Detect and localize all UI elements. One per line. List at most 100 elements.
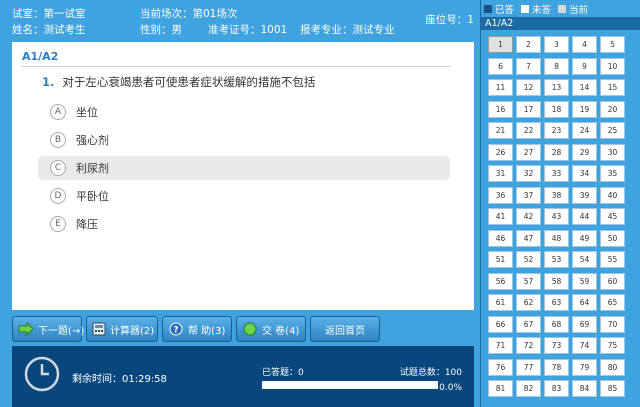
question-number-cell[interactable]: 59 — [572, 272, 597, 290]
question-number-cell[interactable]: 3 — [544, 36, 569, 53]
question-number-cell[interactable]: 68 — [544, 315, 569, 333]
question-number-cell[interactable]: 10 — [600, 57, 625, 75]
question-number-cell[interactable]: 11 — [488, 79, 513, 96]
calculator-button[interactable]: 计算器(2) — [86, 316, 158, 342]
question-number-cell[interactable]: 12 — [516, 79, 541, 96]
question-number-cell[interactable]: 67 — [516, 315, 541, 333]
option-a[interactable]: A 坐位 — [38, 100, 450, 124]
question-number-cell[interactable]: 4 — [572, 36, 597, 53]
submit-exam-button[interactable]: 交 卷(4) — [236, 316, 306, 342]
question-number-cell[interactable]: 21 — [488, 122, 513, 139]
question-number-cell[interactable]: 15 — [600, 79, 625, 96]
question-number-cell[interactable]: 1 — [488, 36, 513, 53]
question-number-cell[interactable]: 45 — [600, 208, 625, 225]
question-number-cell[interactable]: 74 — [572, 337, 597, 354]
question-number-cell[interactable]: 51 — [488, 251, 513, 268]
question-number-cell[interactable]: 6 — [488, 57, 513, 75]
question-number-cell[interactable]: 47 — [516, 229, 541, 247]
question-number-cell[interactable]: 85 — [600, 380, 625, 397]
question-number-cell[interactable]: 22 — [516, 122, 541, 139]
question-number-cell[interactable]: 50 — [600, 229, 625, 247]
question-number-cell[interactable]: 83 — [544, 380, 569, 397]
question-number-cell[interactable]: 78 — [544, 358, 569, 376]
question-number-cell[interactable]: 32 — [516, 165, 541, 182]
question-number-cell[interactable]: 52 — [516, 251, 541, 268]
question-number-cell[interactable]: 16 — [488, 100, 513, 118]
question-number-cell[interactable]: 36 — [488, 186, 513, 204]
question-number-cell[interactable]: 81 — [488, 380, 513, 397]
question-number-cell[interactable]: 26 — [488, 143, 513, 161]
question-number-cell[interactable]: 37 — [516, 186, 541, 204]
question-number-cell[interactable]: 57 — [516, 272, 541, 290]
question-number-cell[interactable]: 41 — [488, 208, 513, 225]
question-number-cell[interactable]: 8 — [544, 57, 569, 75]
help-button[interactable]: ? 帮 助(3) — [162, 316, 232, 342]
question-number-cell[interactable]: 43 — [544, 208, 569, 225]
option-b[interactable]: B 强心剂 — [38, 128, 450, 152]
question-number-cell[interactable]: 46 — [488, 229, 513, 247]
question-number-cell[interactable]: 58 — [544, 272, 569, 290]
question-number-cell[interactable]: 27 — [516, 143, 541, 161]
question-number-cell[interactable]: 79 — [572, 358, 597, 376]
question-number-cell[interactable]: 9 — [572, 57, 597, 75]
question-number-cell[interactable]: 65 — [600, 294, 625, 311]
question-number-cell[interactable]: 76 — [488, 358, 513, 376]
question-number-cell[interactable]: 34 — [572, 165, 597, 182]
question-number-cell[interactable]: 19 — [572, 100, 597, 118]
next-question-button[interactable]: 下一题(→) — [12, 316, 85, 342]
question-number-cell[interactable]: 33 — [544, 165, 569, 182]
help-icon: ? — [168, 321, 184, 337]
question-number-cell[interactable]: 53 — [544, 251, 569, 268]
next-question-label: 下一题(→) — [38, 325, 85, 337]
question-number-cell[interactable]: 64 — [572, 294, 597, 311]
question-number-cell[interactable]: 17 — [516, 100, 541, 118]
question-number-cell[interactable]: 77 — [516, 358, 541, 376]
question-number-cell[interactable]: 39 — [572, 186, 597, 204]
question-number-cell[interactable]: 23 — [544, 122, 569, 139]
question-number-cell[interactable]: 18 — [544, 100, 569, 118]
question-number-cell[interactable]: 29 — [572, 143, 597, 161]
option-c[interactable]: C 利尿剂 — [38, 156, 450, 180]
question-number-cell[interactable]: 7 — [516, 57, 541, 75]
question-number-cell[interactable]: 73 — [544, 337, 569, 354]
question-number-cell[interactable]: 2 — [516, 36, 541, 53]
question-number-cell[interactable]: 70 — [600, 315, 625, 333]
question-number-cell[interactable]: 49 — [572, 229, 597, 247]
question-number-cell[interactable]: 20 — [600, 100, 625, 118]
option-d[interactable]: D 平卧位 — [38, 184, 450, 208]
option-e[interactable]: E 降压 — [38, 212, 450, 236]
navigator-scrollbar[interactable] — [634, 31, 640, 407]
question-number-cell[interactable]: 62 — [516, 294, 541, 311]
question-number-cell[interactable]: 31 — [488, 165, 513, 182]
question-number-cell[interactable]: 5 — [600, 36, 625, 53]
question-number-cell[interactable]: 72 — [516, 337, 541, 354]
question-number-cell[interactable]: 55 — [600, 251, 625, 268]
question-number-cell[interactable]: 82 — [516, 380, 541, 397]
legend-unanswered-label: 未答 — [532, 5, 552, 16]
question-number-cell[interactable]: 30 — [600, 143, 625, 161]
question-number-cell[interactable]: 54 — [572, 251, 597, 268]
question-number-cell[interactable]: 25 — [600, 122, 625, 139]
question-number-cell[interactable]: 71 — [488, 337, 513, 354]
question-number-cell[interactable]: 80 — [600, 358, 625, 376]
question-number-cell[interactable]: 40 — [600, 186, 625, 204]
question-number-cell[interactable]: 75 — [600, 337, 625, 354]
question-number-cell[interactable]: 84 — [572, 380, 597, 397]
question-number-cell[interactable]: 24 — [572, 122, 597, 139]
return-home-button[interactable]: 返回首页 — [310, 316, 380, 342]
question-number-cell[interactable]: 60 — [600, 272, 625, 290]
question-number-cell[interactable]: 14 — [572, 79, 597, 96]
question-number-cell[interactable]: 61 — [488, 294, 513, 311]
question-number-cell[interactable]: 28 — [544, 143, 569, 161]
question-number-cell[interactable]: 42 — [516, 208, 541, 225]
question-number-cell[interactable]: 38 — [544, 186, 569, 204]
question-number-cell[interactable]: 44 — [572, 208, 597, 225]
question-number-cell[interactable]: 66 — [488, 315, 513, 333]
question-number-cell[interactable]: 56 — [488, 272, 513, 290]
section-divider — [22, 66, 450, 67]
question-number-cell[interactable]: 35 — [600, 165, 625, 182]
question-number-cell[interactable]: 63 — [544, 294, 569, 311]
question-number-cell[interactable]: 69 — [572, 315, 597, 333]
question-number-cell[interactable]: 13 — [544, 79, 569, 96]
question-number-cell[interactable]: 48 — [544, 229, 569, 247]
